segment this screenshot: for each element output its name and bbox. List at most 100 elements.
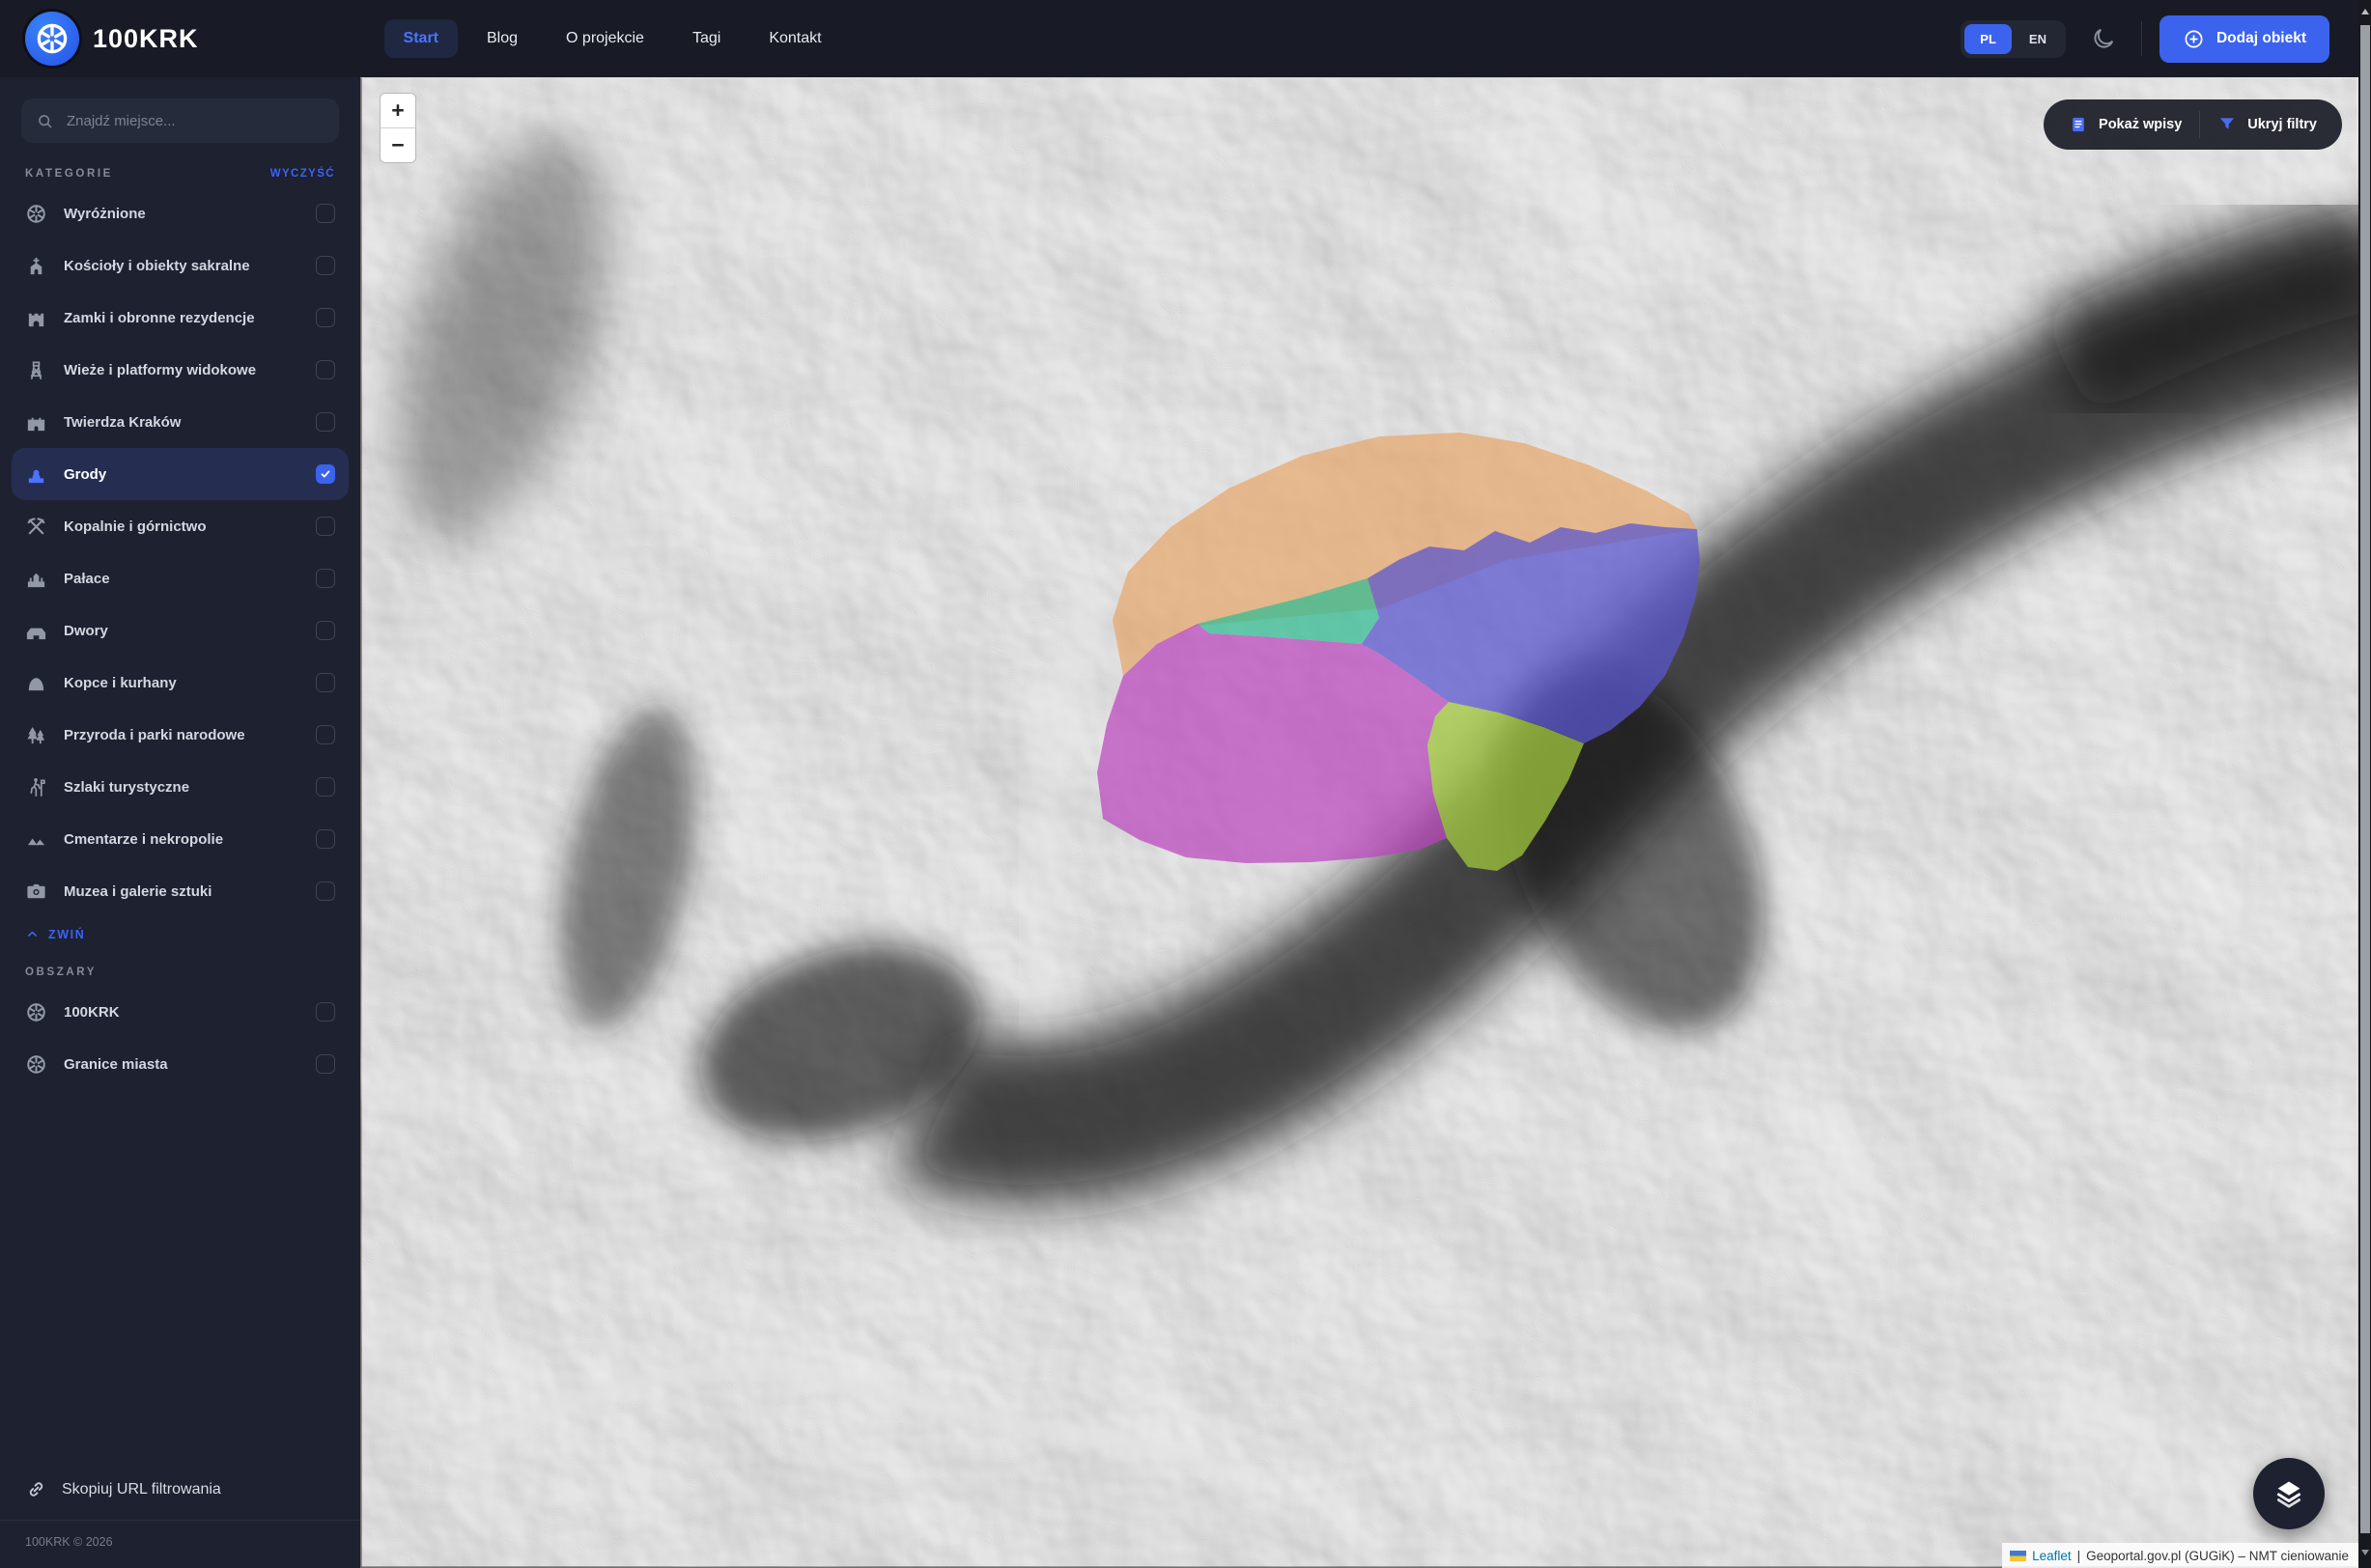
hide-filters-button[interactable]: Ukryj filtry [2200,99,2334,150]
category-item-kopalnie[interactable]: Kopalnie i górnictwo [12,500,349,552]
trail-icon [25,776,47,798]
plus-circle-icon [2183,28,2205,50]
mound-icon [25,672,47,694]
category-checkbox[interactable] [316,621,335,640]
manor-icon [25,620,47,642]
category-label: Przyroda i parki narodowe [64,727,245,743]
categories-header: KATEGORIE [25,168,113,180]
categories-header-row: KATEGORIE WYCZYŚĆ [25,168,335,180]
category-checkbox[interactable] [316,725,335,744]
copy-filter-url-label: Skopiuj URL filtrowania [62,1481,221,1498]
category-checkbox[interactable] [316,673,335,692]
add-object-button[interactable]: Dodaj obiekt [2159,15,2329,63]
area-item-100krk[interactable]: 100KRK [12,986,349,1038]
filter-sidebar: KATEGORIE WYCZYŚĆ Wyróżnione Kościoły i … [0,77,360,1568]
lang-pl-button[interactable]: PL [1964,24,2012,54]
page-scrollbar[interactable] [2358,0,2371,1568]
brand[interactable]: 100KRK [25,12,199,66]
document-icon [2069,115,2088,134]
scrollbar-thumb[interactable] [2360,25,2370,1533]
leaflet-link[interactable]: Leaflet [2032,1549,2072,1563]
top-navigation-bar: 100KRK Start Blog O projekcie Tagi Konta… [0,0,2358,77]
dark-mode-toggle[interactable] [2083,18,2124,59]
category-checkbox[interactable] [316,412,335,432]
place-search [21,98,339,143]
category-item-cmentarze[interactable]: Cmentarze i nekropolie [12,813,349,865]
category-label: Twierdza Kraków [64,414,181,431]
attribution-text: Geoportal.gov.pl (GUGiK) – NMT cieniowan… [2086,1549,2349,1563]
category-label: Pałace [64,571,110,587]
category-item-zamki[interactable]: Zamki i obronne rezydencje [12,292,349,344]
necropolis-icon [25,828,47,851]
scroll-down-arrow[interactable] [2358,1541,2371,1564]
aperture-icon [25,203,47,225]
category-label: Grody [64,466,106,483]
nav-item-tagi[interactable]: Tagi [673,19,740,58]
category-label: Wieże i platformy widokowe [64,362,256,378]
area-checkbox[interactable] [316,1002,335,1022]
category-item-szlaki[interactable]: Szlaki turystyczne [12,761,349,813]
nav-item-kontakt[interactable]: Kontakt [749,19,840,58]
clear-filters-link[interactable]: WYCZYŚĆ [270,168,335,180]
category-item-przyroda[interactable]: Przyroda i parki narodowe [12,709,349,761]
category-label: Cmentarze i nekropolie [64,831,223,848]
show-entries-button[interactable]: Pokaż wpisy [2051,99,2199,150]
category-item-koscioly[interactable]: Kościoły i obiekty sakralne [12,239,349,292]
category-checkbox[interactable] [316,569,335,588]
category-item-wyroznione[interactable]: Wyróżnione [12,187,349,239]
category-checkbox[interactable] [316,256,335,275]
main-nav: Start Blog O projekcie Tagi Kontakt [384,19,841,58]
fortress-icon [25,411,47,434]
collapse-categories-link[interactable]: ZWIŃ [25,927,335,941]
category-label: Wyróżnione [64,206,146,222]
nav-item-blog[interactable]: Blog [467,19,537,58]
category-checkbox[interactable] [316,882,335,901]
category-item-dwory[interactable]: Dwory [12,604,349,657]
copy-filter-url-button[interactable]: Skopiuj URL filtrowania [25,1478,335,1500]
category-checkbox[interactable] [316,777,335,797]
map-toolbar: Pokaż wpisy Ukryj filtry [2044,99,2342,150]
hide-filters-label: Ukryj filtry [2247,117,2317,132]
category-checkbox[interactable] [316,360,335,379]
category-checkbox[interactable] [316,829,335,849]
areas-header: OBSZARY [25,966,97,978]
castle-icon [25,307,47,329]
category-label: Szlaki turystyczne [64,779,189,796]
area-label: Granice miasta [64,1056,168,1073]
category-item-palace[interactable]: Pałace [12,552,349,604]
search-icon [36,112,54,130]
stronghold-icon [25,463,47,486]
lang-en-button[interactable]: EN [2014,24,2062,54]
category-checkbox[interactable] [316,308,335,327]
area-label: 100KRK [64,1004,120,1021]
nav-item-start[interactable]: Start [384,19,458,58]
nav-item-o-projekcie[interactable]: O projekcie [547,19,663,58]
link-icon [25,1478,47,1500]
category-label: Zamki i obronne rezydencje [64,310,255,326]
category-item-muzea[interactable]: Muzea i galerie sztuki [12,865,349,917]
search-input[interactable] [65,112,325,130]
zoom-in-button[interactable]: + [381,94,415,128]
map-attribution: Leaflet | Geoportal.gov.pl (GUGiK) – NMT… [2002,1543,2358,1568]
nature-icon [25,724,47,746]
category-item-grody[interactable]: Grody [12,448,349,500]
category-checkbox[interactable] [316,464,335,484]
category-item-wieze[interactable]: Wieże i platformy widokowe [12,344,349,396]
topbar-divider [2141,21,2142,56]
category-label: Muzea i galerie sztuki [64,883,212,900]
area-item-granice-miasta[interactable]: Granice miasta [12,1038,349,1090]
copyright-text: 100KRK © 2026 [0,1521,360,1549]
chevron-up-icon [25,927,40,941]
map-canvas[interactable]: + − Pokaż wpisy Ukryj filtry Leaflet | G… [360,77,2358,1568]
map-zoom-control: + − [380,93,416,163]
zoom-out-button[interactable]: − [381,128,415,162]
category-checkbox[interactable] [316,517,335,536]
brand-logo-aperture-icon [25,12,79,66]
category-item-kopce[interactable]: Kopce i kurhany [12,657,349,709]
language-toggle: PL EN [1961,20,2066,58]
layers-button[interactable] [2253,1458,2325,1529]
scroll-up-arrow[interactable] [2358,0,2371,23]
area-checkbox[interactable] [316,1054,335,1074]
category-checkbox[interactable] [316,204,335,223]
category-item-twierdza[interactable]: Twierdza Kraków [12,396,349,448]
